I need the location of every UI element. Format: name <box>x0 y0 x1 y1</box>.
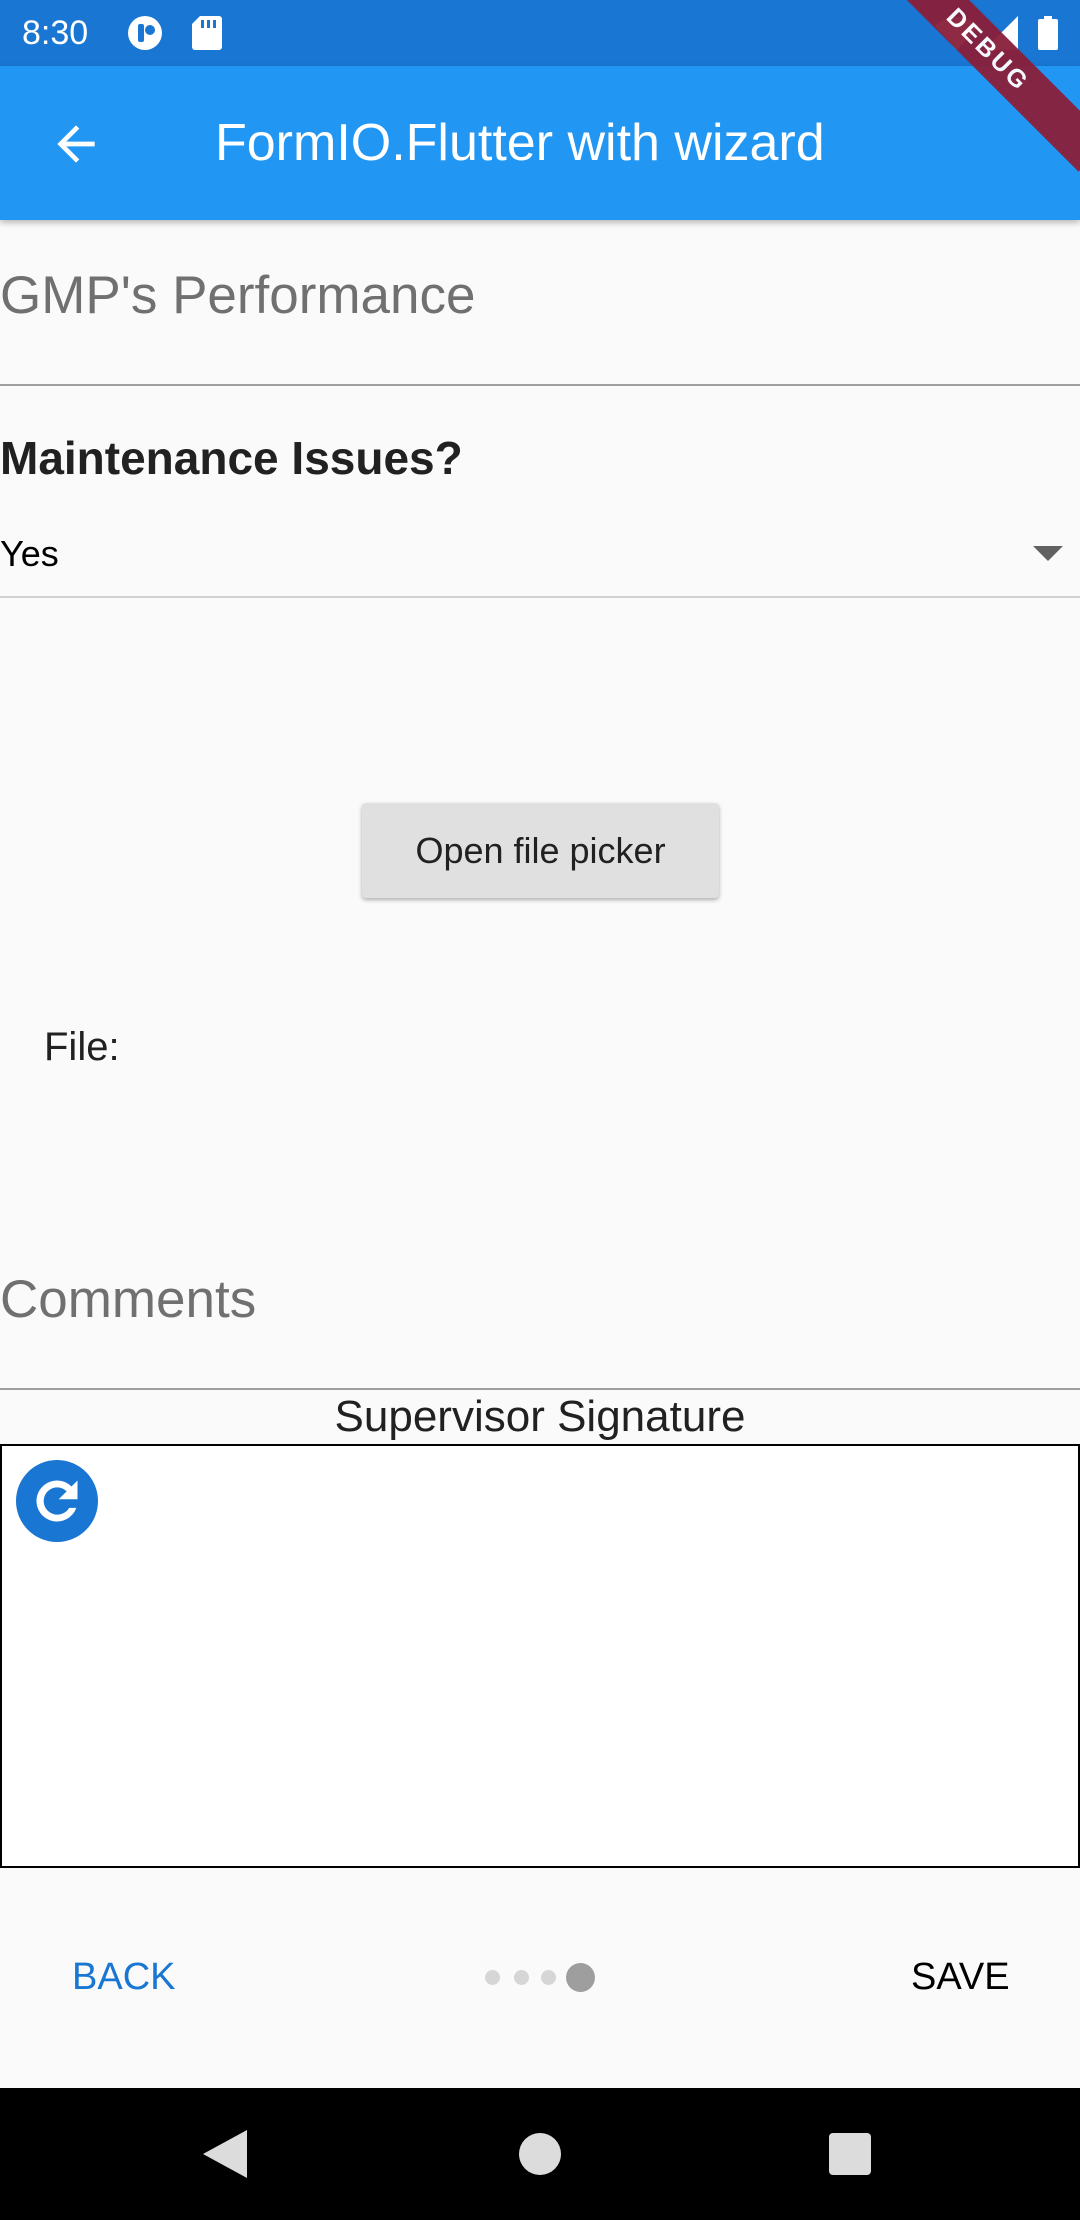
open-file-picker-button[interactable]: Open file picker <box>362 803 719 898</box>
performance-heading[interactable]: GMP's Performance <box>0 266 475 326</box>
dropdown-arrow-icon <box>1033 546 1063 561</box>
nav-home-icon[interactable] <box>518 2132 562 2176</box>
app-bar: FormIO.Flutter with wizard <box>0 66 1080 220</box>
comments-field[interactable]: Comments <box>0 1270 256 1330</box>
signature-label: Supervisor Signature <box>334 1392 746 1441</box>
maintenance-dropdown[interactable]: Yes <box>0 520 1080 598</box>
file-label: File: <box>44 1025 120 1069</box>
maintenance-label: Maintenance Issues? <box>0 432 463 484</box>
step-dot-3 <box>541 1970 556 1985</box>
step-dot-2 <box>514 1970 529 1985</box>
step-dot-1 <box>485 1970 500 1985</box>
signature-reset-button[interactable] <box>16 1460 98 1542</box>
battery-icon <box>1038 16 1058 50</box>
notification-app-icon <box>128 16 162 50</box>
status-time: 8:30 <box>22 14 89 52</box>
nav-back-icon[interactable] <box>203 2130 247 2178</box>
step-dot-4-active <box>566 1963 595 1992</box>
app-title: FormIO.Flutter with wizard <box>215 114 825 172</box>
signature-pad[interactable] <box>0 1444 1080 1868</box>
back-button[interactable]: BACK <box>72 1952 175 2002</box>
sd-card-icon <box>192 16 222 50</box>
nav-recents-icon[interactable] <box>828 2132 872 2176</box>
navigation-bar <box>0 2088 1080 2220</box>
performance-divider <box>0 384 1080 386</box>
arrow-back-icon[interactable] <box>48 116 104 172</box>
save-button[interactable]: SAVE <box>911 1952 1010 2002</box>
refresh-icon <box>36 1480 78 1522</box>
maintenance-selected-value: Yes <box>0 533 59 574</box>
